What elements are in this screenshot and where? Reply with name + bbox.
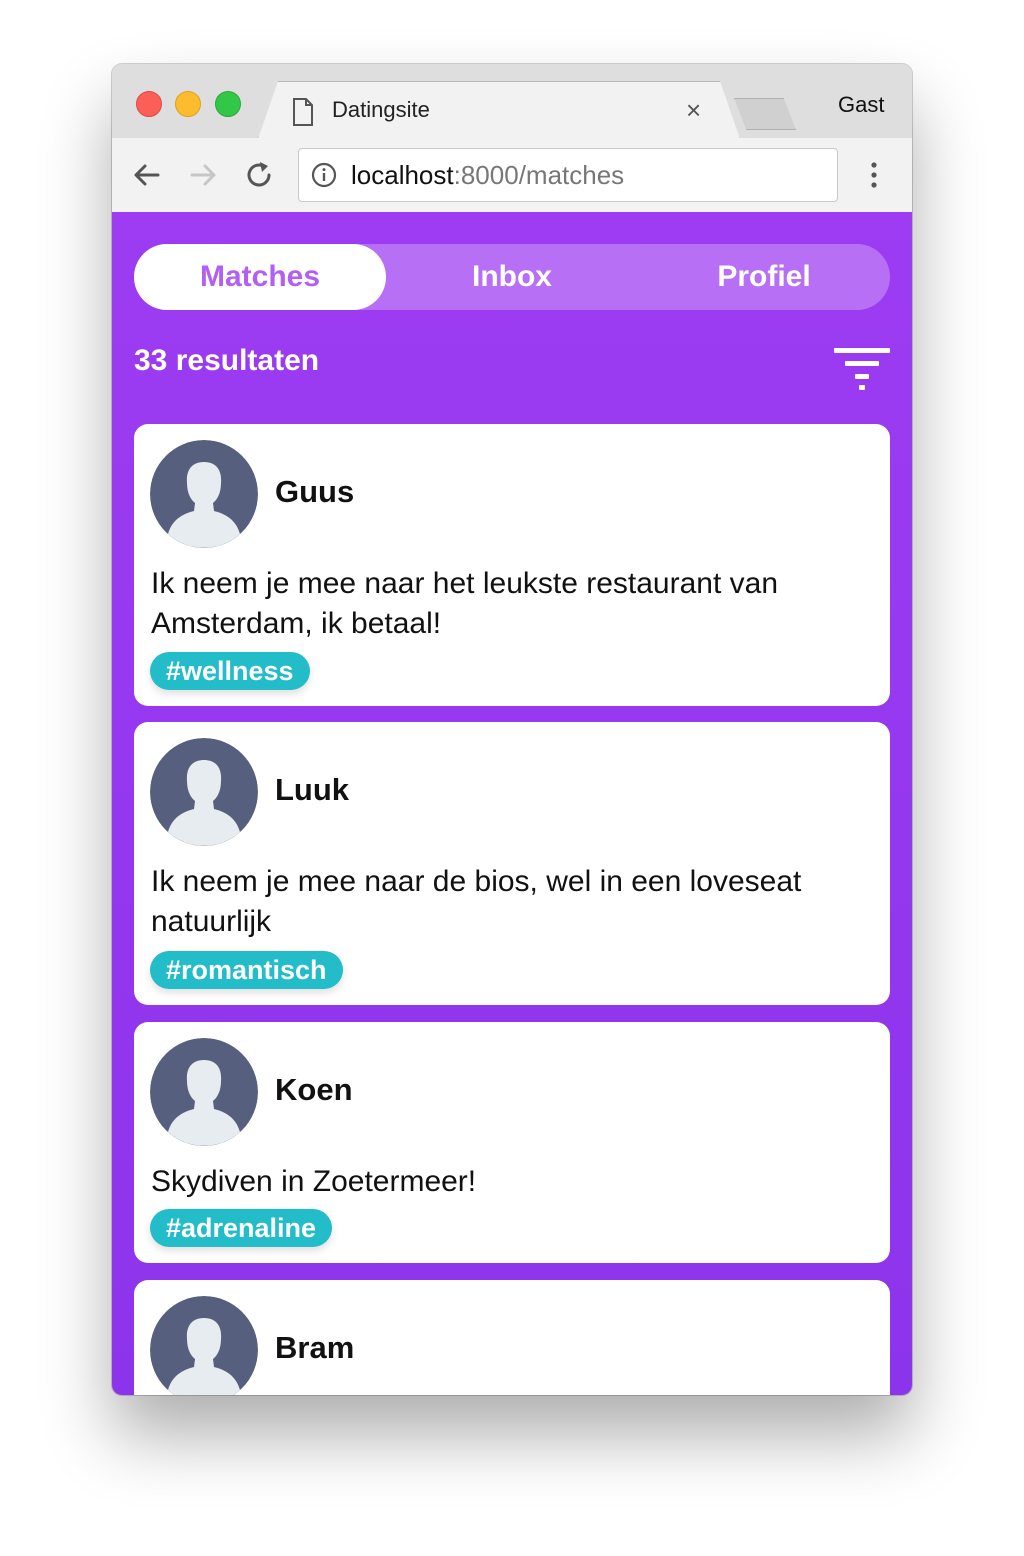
match-card[interactable]: Guus Ik neem je mee naar het leukste res… — [134, 424, 890, 706]
minimize-window-button[interactable] — [175, 91, 201, 117]
title-bar: Datingsite × Gast — [112, 64, 912, 138]
browser-window: Datingsite × Gast localhost:8000/matches — [112, 64, 912, 1395]
match-card[interactable]: Bram — [134, 1280, 890, 1395]
avatar-icon — [150, 440, 258, 548]
main-tabs: Matches Inbox Profiel — [134, 244, 890, 310]
close-tab-icon[interactable]: × — [686, 95, 701, 126]
url-text: localhost:8000/matches — [351, 160, 625, 190]
results-count: 33 resultaten — [134, 344, 320, 377]
match-name: Koen — [275, 1072, 353, 1107]
avatar-icon — [150, 738, 258, 846]
maximize-window-button[interactable] — [215, 91, 241, 117]
new-tab-button[interactable] — [734, 98, 796, 130]
tab-title: Datingsite — [332, 97, 430, 122]
back-arrow-icon[interactable] — [130, 158, 164, 192]
match-card[interactable]: Luuk Ik neem je mee naar de bios, wel in… — [134, 722, 890, 1005]
filter-icon[interactable] — [834, 348, 890, 390]
avatar-icon — [150, 1038, 258, 1146]
page-content: Matches Inbox Profiel 33 resultaten Guus… — [112, 212, 912, 1395]
close-window-button[interactable] — [136, 91, 162, 117]
match-message: Ik neem je mee naar de bios, wel in een … — [151, 865, 802, 938]
avatar-icon — [150, 1296, 258, 1395]
match-name: Luuk — [275, 772, 350, 807]
interest-tag[interactable]: #romantisch — [150, 951, 343, 989]
reload-icon[interactable] — [242, 158, 276, 192]
tab-inbox[interactable]: Inbox — [386, 244, 638, 310]
page-icon — [293, 98, 313, 126]
interest-tag[interactable]: #adrenaline — [150, 1209, 333, 1247]
info-icon[interactable] — [311, 162, 337, 188]
address-bar[interactable]: localhost:8000/matches — [298, 148, 838, 202]
tab-profiel[interactable]: Profiel — [638, 244, 890, 310]
tab-matches[interactable]: Matches — [134, 244, 386, 310]
browser-tab[interactable] — [258, 81, 740, 139]
profile-name[interactable]: Gast — [838, 92, 884, 118]
interest-tag[interactable]: #wellness — [150, 652, 310, 690]
match-name: Guus — [275, 474, 355, 509]
match-name: Bram — [275, 1330, 355, 1365]
browser-toolbar: localhost:8000/matches — [112, 138, 912, 213]
match-message: Ik neem je mee naar het leukste restaura… — [151, 567, 779, 640]
match-message: Skydiven in Zoetermeer! — [151, 1165, 477, 1198]
menu-dots-icon[interactable] — [864, 158, 884, 192]
match-card[interactable]: Koen Skydiven in Zoetermeer! #adrenaline — [134, 1022, 890, 1263]
forward-arrow-icon[interactable] — [186, 158, 220, 192]
